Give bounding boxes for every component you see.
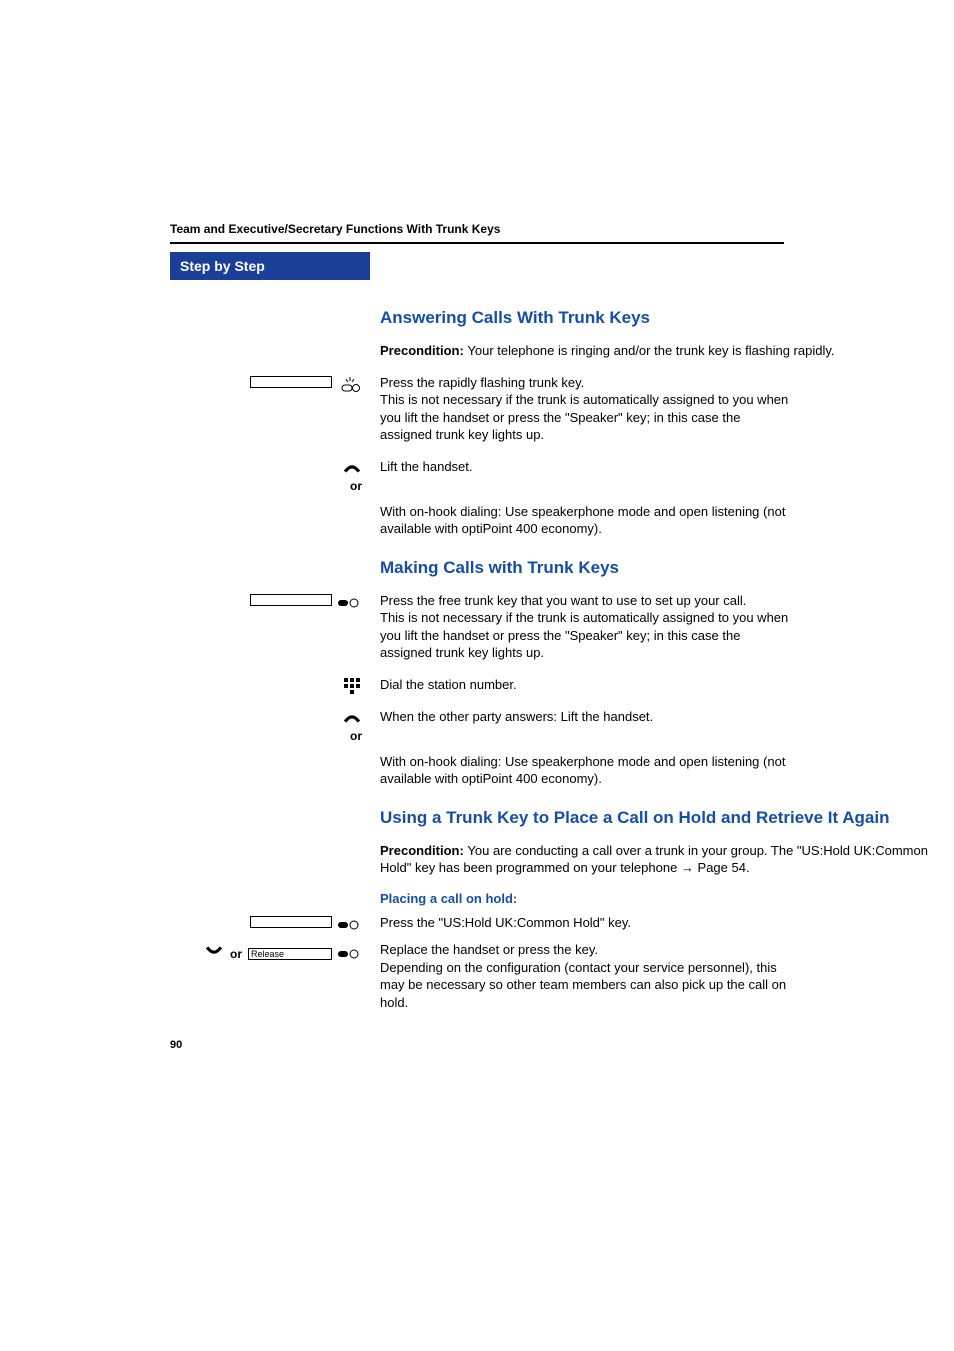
trunk-key-button-free[interactable]	[250, 594, 332, 606]
subheading-place-hold: Placing a call on hold:	[380, 891, 954, 906]
trunk-key-button[interactable]	[250, 376, 332, 388]
precondition-label: Precondition:	[380, 343, 467, 358]
step-by-step-bar: Step by Step	[170, 252, 370, 280]
make-step1: Press the free trunk key that you want t…	[380, 592, 790, 662]
lift-handset-icon	[342, 460, 362, 481]
ans-step1: Press the rapidly flashing trunk key. Th…	[380, 374, 790, 444]
lift-handset-icon-2	[342, 710, 362, 731]
hold-step1: Press the "US:Hold UK:Common Hold" key.	[380, 914, 790, 932]
ans-precondition: Precondition: Your telephone is ringing …	[380, 342, 954, 360]
heading-answering: Answering Calls With Trunk Keys	[380, 308, 954, 328]
make-or: or	[170, 729, 380, 743]
make-step3: When the other party answers: Lift the h…	[380, 708, 790, 726]
hold-step2: Replace the handset or press the key. De…	[380, 941, 790, 1011]
release-key-button[interactable]: Release	[248, 948, 332, 960]
lamp-flashing-icon	[338, 376, 362, 394]
page-header: Team and Executive/Secretary Functions W…	[170, 222, 500, 236]
precondition-text: Your telephone is ringing and/or the tru…	[467, 343, 834, 358]
make-step4: With on-hook dialing: Use speakerphone m…	[380, 753, 790, 788]
ans-step3: With on-hook dialing: Use speakerphone m…	[380, 503, 790, 538]
replace-handset-icon	[204, 943, 224, 964]
page-number: 90	[170, 1039, 954, 1051]
keypad-icon	[344, 678, 362, 701]
lamp-off-icon-3	[338, 945, 362, 963]
precondition-label-2: Precondition:	[380, 843, 467, 858]
make-step2: Dial the station number.	[380, 676, 790, 694]
hold-key-button[interactable]	[250, 916, 332, 928]
heading-hold: Using a Trunk Key to Place a Call on Hol…	[380, 808, 954, 828]
hold-or: or	[230, 947, 242, 961]
lamp-off-icon	[338, 594, 362, 612]
heading-making: Making Calls with Trunk Keys	[380, 558, 954, 578]
ans-or: or	[170, 479, 380, 493]
hold-precondition: Precondition: You are conducting a call …	[380, 842, 954, 877]
lamp-off-icon-2	[338, 916, 362, 934]
ans-step2: Lift the handset.	[380, 458, 790, 476]
page-link-54[interactable]: → Page 54.	[681, 860, 750, 875]
